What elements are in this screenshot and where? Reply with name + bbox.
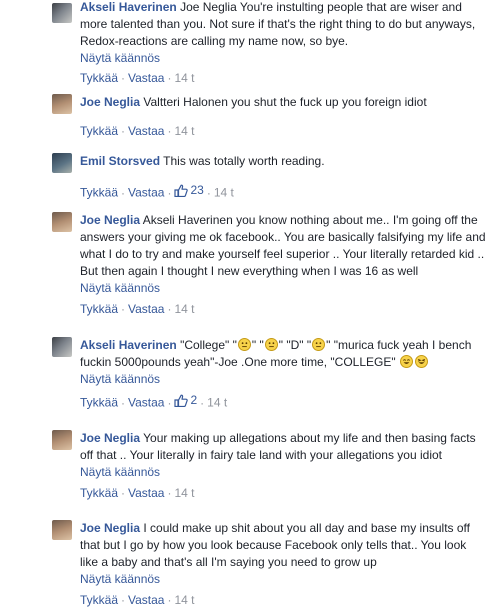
avatar[interactable] [52,153,72,173]
avatar[interactable] [52,430,72,450]
separator: · [121,593,126,607]
timestamp[interactable]: 14 t [207,396,227,410]
translate-link[interactable]: Näytä käännös [80,464,486,480]
separator: · [121,185,126,200]
avatar[interactable] [52,3,72,23]
comment-author[interactable]: Emil Storsved [80,154,160,168]
comment-actions: Tykkää · Vastaa · 14 t [80,485,486,501]
comment-body: Joe Neglia Valtteri Halonen you shut the… [80,94,486,139]
reply-button[interactable]: Vastaa [128,593,164,607]
comment-author[interactable]: Joe Neglia [80,213,140,227]
reply-button[interactable]: Vastaa [128,302,164,316]
translate-link[interactable]: Näytä käännös [80,571,486,587]
comment-text: Akseli Haverinen you know nothing about … [80,213,486,278]
comment-actions: Tykkää · Vastaa · 23 · 14 t [80,182,486,201]
comment-text: Valtteri Halonen you shut the fuck up yo… [143,95,427,109]
separator: · [167,185,172,200]
comment-body: Akseli Haverinen Joe Neglia You're instu… [80,0,486,86]
avatar[interactable] [52,94,72,114]
grinning-face-icon [399,355,413,368]
reply-button[interactable]: Vastaa [128,486,164,500]
neutral-face-icon [312,338,326,351]
separator: · [121,486,126,500]
comment-body: Emil Storsved This was totally worth rea… [80,153,486,201]
neutral-face-icon [237,338,251,351]
comment-author[interactable]: Akseli Haverinen [80,338,177,352]
thumbs-up-icon [174,184,189,197]
separator: · [121,302,126,316]
separator: · [167,395,172,410]
reply-button[interactable]: Vastaa [128,71,164,85]
separator: · [200,395,205,410]
text-fragment: " "D" " [278,338,312,352]
translate-link[interactable]: Näytä käännös [80,371,486,387]
comment-body: Joe Neglia I could make up shit about yo… [80,520,486,608]
like-count[interactable]: 2 [174,392,197,408]
comment-text: Your making up allegations about my life… [80,431,476,462]
comment-author[interactable]: Joe Neglia [80,431,140,445]
reply-button[interactable]: Vastaa [128,396,164,410]
text-fragment: " " [251,338,264,352]
comment-text: This was totally worth reading. [163,154,325,168]
comment-author[interactable]: Joe Neglia [80,521,140,535]
comment-author[interactable]: Akseli Haverinen [80,0,177,14]
like-button[interactable]: Tykkää [80,71,118,85]
separator: · [167,124,172,138]
reply-button[interactable]: Vastaa [128,124,164,138]
text-fragment: "College" " [180,338,237,352]
like-button[interactable]: Tykkää [80,186,118,200]
separator: · [121,395,126,410]
laughing-face-icon [414,355,428,368]
translate-link[interactable]: Näytä käännös [80,280,486,296]
translate-link[interactable]: Näytä käännös [80,50,486,66]
separator: · [167,486,172,500]
separator: · [206,185,211,200]
like-button[interactable]: Tykkää [80,302,118,316]
avatar[interactable] [52,212,72,232]
comment-actions: Tykkää · Vastaa · 14 t [80,301,486,317]
thumbs-up-icon [174,394,189,407]
separator: · [167,593,172,607]
avatar[interactable] [52,520,72,540]
comment-body: Joe Neglia Akseli Haverinen you know not… [80,212,486,317]
avatar[interactable] [52,337,72,357]
comment-actions: Tykkää · Vastaa · 14 t [80,592,486,608]
timestamp[interactable]: 14 t [174,302,194,316]
comment-actions: Tykkää · Vastaa · 14 t [80,123,486,139]
timestamp[interactable]: 14 t [214,186,234,200]
timestamp[interactable]: 14 t [174,593,194,607]
comment-body: Joe Neglia Your making up allegations ab… [80,430,486,501]
reply-button[interactable]: Vastaa [128,186,164,200]
like-count-value: 23 [190,183,204,197]
timestamp[interactable]: 14 t [174,71,194,85]
like-button[interactable]: Tykkää [80,593,118,607]
like-count-value: 2 [190,393,198,407]
like-button[interactable]: Tykkää [80,486,118,500]
separator: · [121,71,126,85]
separator: · [121,124,126,138]
comment-actions: Tykkää · Vastaa · 2 · 14 t [80,392,486,411]
like-button[interactable]: Tykkää [80,124,118,138]
like-count[interactable]: 23 [174,182,204,198]
neutral-face-icon [264,338,278,351]
timestamp[interactable]: 14 t [174,486,194,500]
timestamp[interactable]: 14 t [174,124,194,138]
comment-body: Akseli Haverinen "College" " " " " "D" " " … [80,337,486,411]
like-button[interactable]: Tykkää [80,396,118,410]
separator: · [167,71,172,85]
separator: · [167,302,172,316]
comment-author[interactable]: Joe Neglia [80,95,140,109]
comment-actions: Tykkää · Vastaa · 14 t [80,70,486,86]
